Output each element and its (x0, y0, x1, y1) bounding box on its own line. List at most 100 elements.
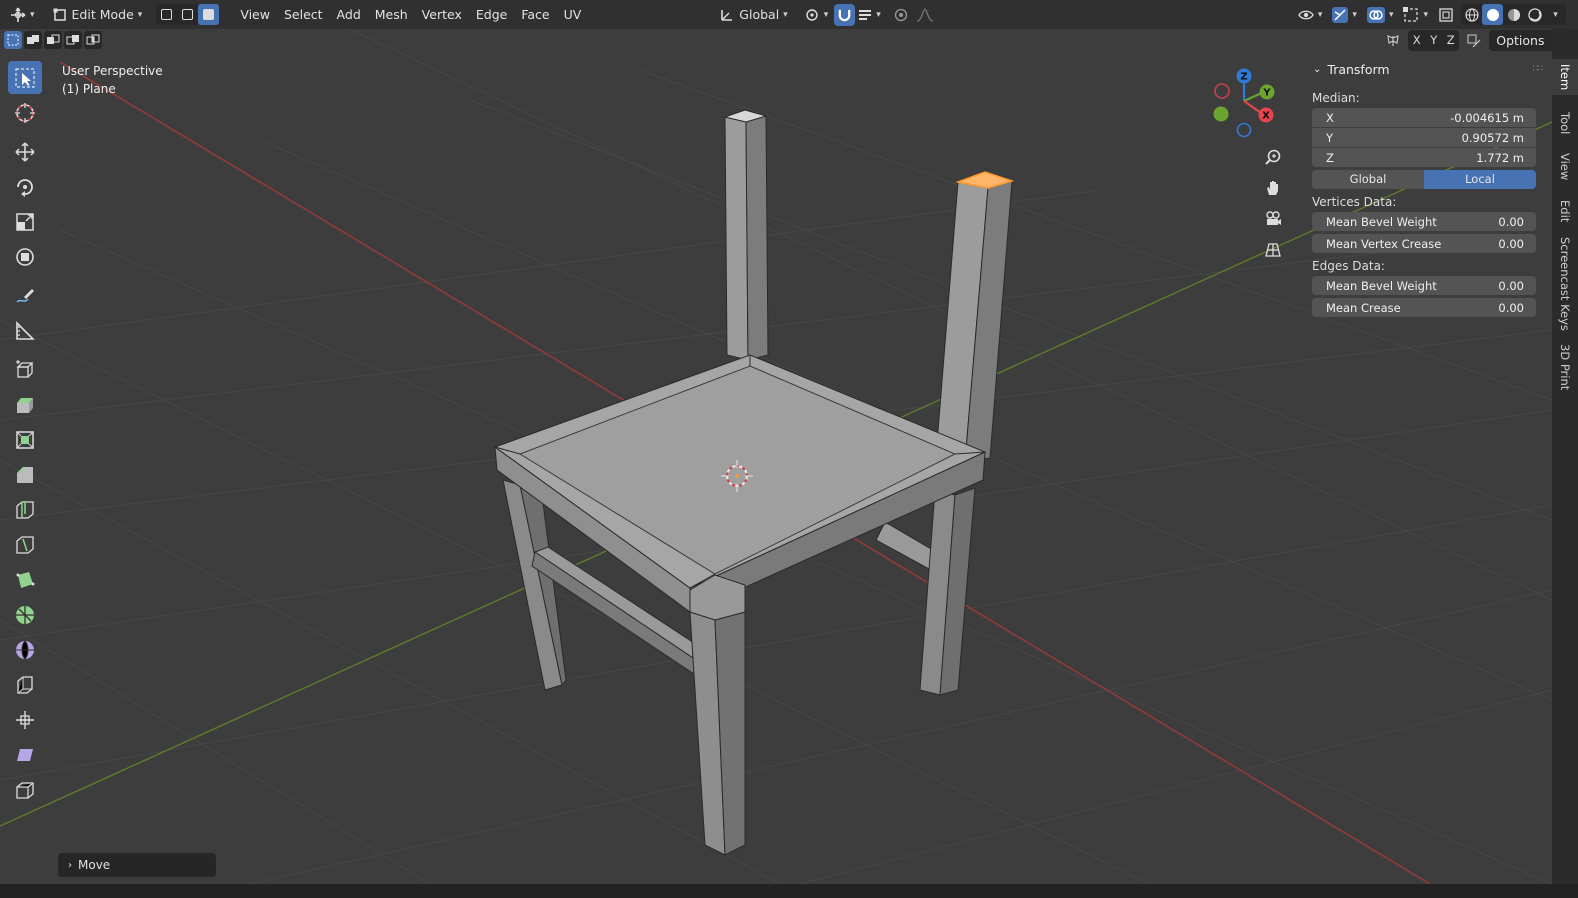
mirror-z-toggle[interactable]: Z (1442, 30, 1459, 51)
wireframe-shading-button[interactable] (1461, 4, 1482, 25)
tab-item[interactable]: Item (1552, 59, 1578, 95)
camera-view-button[interactable] (1262, 208, 1284, 230)
tool-scale[interactable] (8, 205, 42, 238)
tool-smooth[interactable] (8, 633, 42, 666)
mean-vertex-crease-field[interactable]: Mean Vertex Crease 0.00 (1312, 234, 1536, 253)
viewport-header: ▾ Edit Mode ▾ View Select Add Mesh Verte… (0, 0, 1578, 29)
tool-inset[interactable] (8, 423, 42, 456)
shading-options-dropdown[interactable]: ▾ (1545, 4, 1566, 25)
tab-tool[interactable]: Tool (1552, 105, 1578, 141)
chevron-down-icon: ▾ (1388, 9, 1394, 20)
tool-annotate[interactable] (8, 279, 42, 312)
tool-shrink-fatten[interactable] (8, 703, 42, 736)
tool-measure[interactable] (8, 314, 42, 347)
move-gizmo-icon (11, 7, 26, 22)
tab-3d-print[interactable]: 3D Print (1552, 339, 1578, 395)
select-extend-button[interactable] (24, 31, 42, 49)
tool-rotate[interactable] (8, 170, 42, 203)
tool-spin[interactable] (8, 598, 42, 631)
transform-panel-header[interactable]: ⌄ Transform ∷∷ (1304, 58, 1544, 80)
tool-poly-build[interactable] (8, 563, 42, 596)
select-new-button[interactable] (4, 31, 22, 49)
tool-add-cube[interactable] (8, 353, 42, 386)
pencil-icon (16, 288, 34, 303)
mean-bevel-weight-vertex-field[interactable]: Mean Bevel Weight 0.00 (1312, 212, 1536, 231)
tool-cursor[interactable] (8, 96, 42, 129)
material-shading-button[interactable] (1503, 4, 1524, 25)
navigation-buttons (1262, 146, 1284, 261)
navigation-gizmo[interactable]: Z Y X (1206, 65, 1282, 141)
perspective-toggle-button[interactable] (1262, 239, 1284, 261)
menu-mesh[interactable]: Mesh (368, 4, 415, 26)
median-z-field[interactable]: Z 1.772 m (1312, 148, 1536, 167)
tool-edge-slide[interactable] (8, 668, 42, 701)
solid-shading-button[interactable] (1482, 4, 1503, 25)
tool-knife[interactable] (8, 528, 42, 561)
tab-3d-print-label: 3D Print (1558, 343, 1572, 391)
mesh-edit-overlays-dropdown[interactable]: ▾ (1400, 4, 1431, 26)
overlays-toggle[interactable]: ▾ (1364, 4, 1397, 26)
select-intersect-button[interactable] (84, 31, 102, 49)
chevron-right-icon: › (68, 859, 72, 871)
face-select-button[interactable] (198, 4, 220, 25)
proportional-falloff-dropdown[interactable] (912, 4, 938, 26)
select-subtract-button[interactable] (44, 31, 62, 49)
local-space-button[interactable]: Local (1424, 170, 1536, 189)
orientation-icon (721, 9, 733, 21)
tool-bevel[interactable] (8, 458, 42, 491)
menu-uv[interactable]: UV (557, 4, 589, 26)
camera-icon (1266, 211, 1281, 225)
snap-target-dropdown[interactable]: ▾ (855, 4, 884, 26)
header-right-row2: X Y Z Options ▾ (1384, 30, 1564, 51)
menu-view[interactable]: View (233, 4, 277, 26)
edge-select-icon (182, 9, 194, 20)
menu-add[interactable]: Add (330, 4, 368, 26)
median-y-field[interactable]: Y 0.90572 m (1312, 128, 1536, 147)
tool-transform[interactable] (8, 240, 42, 273)
rendered-shading-button[interactable] (1524, 4, 1545, 25)
tab-edit[interactable]: Edit (1552, 193, 1578, 229)
menu-vertex[interactable]: Vertex (415, 4, 469, 26)
tool-rip[interactable] (8, 773, 42, 806)
gizmo-neg-x[interactable] (1214, 83, 1230, 99)
mirror-y-toggle[interactable]: Y (1425, 30, 1442, 51)
select-invert-button[interactable] (64, 31, 82, 49)
uv-sync-toggle[interactable] (1465, 32, 1483, 50)
tool-loop-cut[interactable] (8, 493, 42, 526)
smooth-sphere-icon (16, 640, 34, 659)
editor-type-button[interactable]: ▾ (4, 4, 41, 26)
global-space-button[interactable]: Global (1312, 170, 1424, 189)
mirror-x-toggle[interactable]: X (1408, 30, 1425, 51)
gizmo-neg-z[interactable] (1236, 122, 1252, 138)
tab-view[interactable]: View (1552, 147, 1578, 187)
menu-edge[interactable]: Edge (469, 4, 514, 26)
menu-select[interactable]: Select (277, 4, 330, 26)
proportional-edit-toggle[interactable] (890, 4, 912, 26)
mode-dropdown[interactable]: Edit Mode ▾ (47, 4, 149, 26)
chair-mesh (493, 109, 1013, 856)
tool-extrude[interactable] (8, 388, 42, 421)
chevron-down-icon: ▾ (783, 9, 788, 20)
tool-move[interactable] (8, 135, 42, 168)
gizmo-neg-y[interactable] (1213, 106, 1229, 122)
mirror-toggle[interactable] (1384, 32, 1402, 50)
transform-orientation-dropdown[interactable]: Global ▾ (714, 4, 793, 26)
median-x-field[interactable]: X -0.004615 m (1312, 108, 1536, 127)
pan-button[interactable] (1262, 177, 1284, 199)
pivot-point-dropdown[interactable]: ▾ (798, 4, 835, 26)
last-operator-panel[interactable]: › Move (58, 853, 216, 877)
drag-handle-icon[interactable]: ∷∷ (1533, 64, 1544, 74)
visibility-dropdown[interactable]: ▾ (1295, 4, 1326, 26)
vertex-select-button[interactable] (156, 4, 177, 25)
tab-screencast-keys[interactable]: Screencast Keys (1552, 235, 1578, 333)
edge-select-button[interactable] (177, 4, 198, 25)
mean-crease-field[interactable]: Mean Crease 0.00 (1312, 298, 1536, 317)
tool-select-box[interactable] (8, 61, 42, 94)
mean-bevel-weight-edge-field[interactable]: Mean Bevel Weight 0.00 (1312, 276, 1536, 295)
gizmo-toggle[interactable]: ▾ (1329, 4, 1360, 26)
xray-toggle[interactable] (1435, 4, 1457, 26)
snap-toggle[interactable] (834, 3, 856, 26)
zoom-button[interactable] (1262, 146, 1284, 168)
menu-face[interactable]: Face (514, 4, 556, 26)
tool-shear[interactable] (8, 738, 42, 771)
